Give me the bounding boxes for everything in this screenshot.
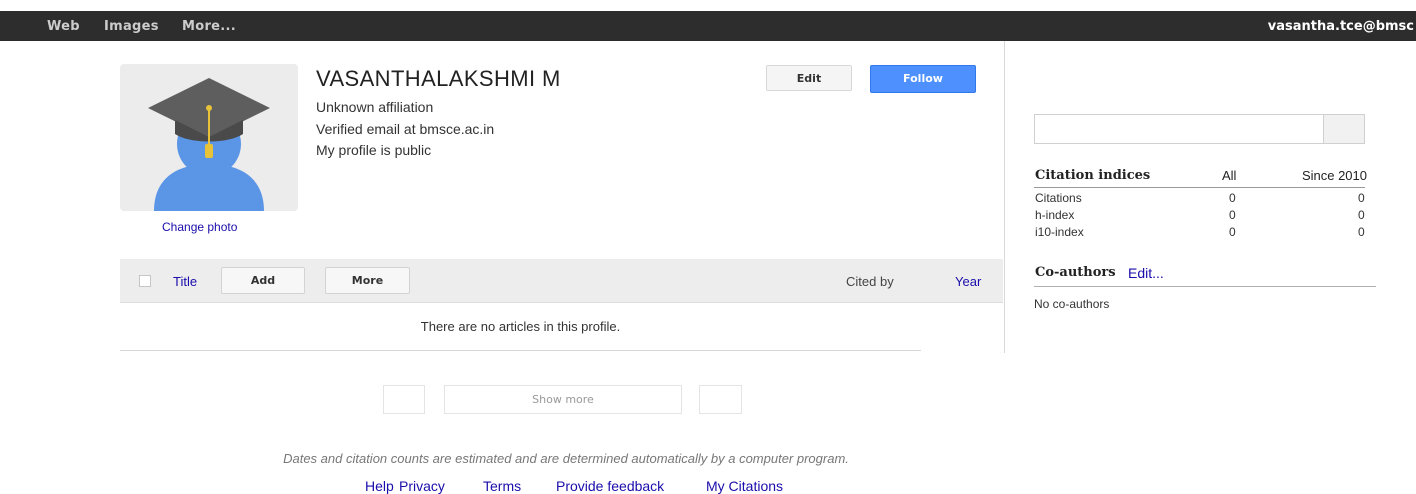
hindex-row-all: 0	[1229, 208, 1236, 222]
coauthors-edit-link[interactable]: Edit...	[1128, 265, 1164, 281]
search-input[interactable]	[1034, 114, 1324, 144]
profile-photo[interactable]	[120, 64, 298, 211]
sort-by-year-link[interactable]: Year	[955, 274, 981, 289]
footer-feedback-link[interactable]: Provide feedback	[556, 478, 664, 494]
more-actions-button[interactable]: More	[325, 267, 410, 294]
i10index-row-label: i10-index	[1035, 225, 1084, 239]
sort-by-title-link[interactable]: Title	[173, 274, 197, 289]
nav-images[interactable]: Images	[104, 19, 159, 34]
citations-row-since: 0	[1358, 191, 1365, 205]
show-more-button[interactable]: Show more	[444, 385, 682, 414]
divider	[120, 350, 921, 351]
i10index-row-all: 0	[1229, 225, 1236, 239]
next-page-button[interactable]	[699, 385, 742, 414]
coauthors-rule	[1034, 286, 1376, 287]
hindex-row-label: h-index	[1035, 208, 1075, 222]
footer-privacy-link[interactable]: Privacy	[399, 478, 445, 494]
profile-affiliation: Unknown affiliation	[316, 99, 434, 115]
profile-email: Verified email at bmsce.ac.in	[316, 121, 495, 137]
edit-profile-button[interactable]: Edit	[766, 65, 852, 91]
profile-visibility: My profile is public	[316, 142, 432, 158]
citations-since-header: Since 2010	[1301, 168, 1367, 183]
follow-button[interactable]: Follow	[870, 65, 976, 93]
citation-table-rule	[1034, 187, 1365, 188]
add-article-button[interactable]: Add	[221, 267, 305, 294]
sidebar-divider	[1004, 41, 1005, 353]
cited-by-header[interactable]: Cited by	[846, 274, 894, 289]
no-articles-message: There are no articles in this profile.	[420, 319, 621, 334]
articles-toolbar: Title Add More Cited by Year	[120, 259, 1003, 303]
graduation-cap-user-icon	[148, 78, 270, 211]
citations-row-all: 0	[1229, 191, 1236, 205]
footer-help-link[interactable]: Help	[365, 478, 394, 494]
account-email[interactable]: vasantha.tce@bmsc	[1268, 19, 1414, 34]
footer-terms-link[interactable]: Terms	[483, 478, 521, 494]
previous-page-button[interactable]	[383, 385, 425, 414]
coauthors-header: Co-authors	[1035, 265, 1116, 280]
footer-my-citations-link[interactable]: My Citations	[706, 478, 783, 494]
hindex-row-since: 0	[1358, 208, 1365, 222]
top-navigation-bar: Web Images More... vasantha.tce@bmsc	[0, 11, 1416, 41]
disclaimer-text: Dates and citation counts are estimated …	[283, 451, 849, 466]
change-photo-link[interactable]: Change photo	[162, 220, 237, 234]
select-all-checkbox[interactable]	[139, 275, 151, 287]
citations-all-header: All	[1222, 168, 1237, 183]
citations-row-label: Citations	[1035, 191, 1082, 205]
nav-more[interactable]: More...	[182, 19, 236, 34]
no-coauthors-text: No co-authors	[1034, 297, 1110, 311]
search-button[interactable]	[1323, 114, 1365, 144]
nav-web[interactable]: Web	[47, 19, 80, 34]
citation-indices-header: Citation indices	[1035, 168, 1151, 183]
i10index-row-since: 0	[1358, 225, 1365, 239]
profile-name: VASANTHALAKSHMI M	[316, 66, 561, 91]
